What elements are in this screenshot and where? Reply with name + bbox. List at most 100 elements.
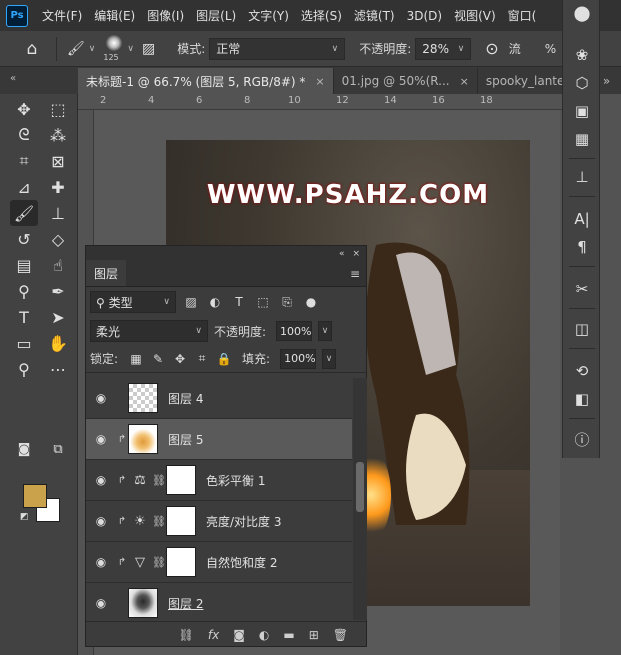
brush-settings-icon[interactable]: ▨	[142, 41, 155, 57]
chain-link-icon[interactable]: ⛓	[152, 515, 166, 528]
filter-kind-select[interactable]: ⚲ 类型 ∨	[90, 291, 176, 313]
gradient-tool-icon[interactable]: ▤	[10, 252, 38, 278]
close-icon[interactable]: ×	[315, 75, 324, 88]
chain-link-icon[interactable]: ⛓	[152, 474, 166, 487]
pressure-opacity-icon[interactable]: ⊙	[485, 39, 498, 58]
menu-edit[interactable]: 编辑(E)	[88, 7, 141, 24]
mode-select[interactable]: 正常 ∨	[209, 37, 346, 60]
layer-mask-thumbnail[interactable]	[166, 506, 196, 536]
menu-type[interactable]: 文字(Y)	[242, 7, 295, 24]
path-selection-tool-icon[interactable]: ➤	[44, 304, 72, 330]
blend-mode-select[interactable]: 柔光 ∨	[90, 320, 208, 342]
filter-toggle-icon[interactable]: ●	[302, 295, 320, 309]
screen-mode-icon[interactable]: ⧉	[44, 436, 72, 462]
filter-type-icon[interactable]: T	[230, 295, 248, 309]
foreground-color-swatch[interactable]	[23, 484, 47, 508]
more-tools-icon[interactable]: ⋯	[44, 356, 72, 382]
lasso-tool-icon[interactable]: ᘓ	[10, 122, 38, 148]
magic-wand-tool-icon[interactable]: ⁂	[44, 122, 72, 148]
link-icon[interactable]: ⛓	[179, 628, 194, 642]
tab-document-1[interactable]: 未标题-1 @ 66.7% (图层 5, RGB/8#) * ×	[78, 68, 334, 94]
dodge-tool-icon[interactable]: ⚲	[10, 278, 38, 304]
eye-icon[interactable]: ◉	[86, 514, 116, 528]
layer-opacity-input[interactable]: 100%	[276, 321, 313, 341]
lock-pixels-icon[interactable]: ✎	[150, 352, 166, 366]
brush-size-picker[interactable]: 125	[101, 33, 127, 65]
clone-stamp-tool-icon[interactable]: ⊥	[44, 200, 72, 226]
fx-icon[interactable]: fx	[208, 628, 219, 642]
menu-view[interactable]: 视图(V)	[448, 7, 502, 24]
chain-link-icon[interactable]: ⛓	[152, 556, 166, 569]
navigator-panel-icon[interactable]: ◫	[570, 318, 594, 340]
lock-position-icon[interactable]: ✥	[172, 352, 188, 366]
type-tool-icon[interactable]: T	[10, 304, 38, 330]
hand-tool-icon[interactable]: ✋	[44, 330, 72, 356]
chevron-down-icon[interactable]: ∨	[127, 44, 134, 54]
crop-tool-icon[interactable]: ⌗	[10, 148, 38, 174]
fill-input[interactable]: 100%	[280, 348, 317, 369]
filter-smart-object-icon[interactable]: ⎘	[278, 295, 296, 310]
layer-row[interactable]: ◉ 图层 2	[86, 583, 352, 620]
menu-file[interactable]: 文件(F)	[36, 7, 88, 24]
tool-presets-icon[interactable]: ✂	[570, 278, 594, 300]
history-panel-icon[interactable]: ⟲	[570, 360, 594, 382]
paragraph-panel-icon[interactable]: ¶	[570, 236, 594, 258]
pen-tool-icon[interactable]: ✒	[44, 278, 72, 304]
gradient-panel-icon[interactable]: ◧	[570, 388, 594, 410]
menu-window[interactable]: 窗口(	[502, 7, 543, 24]
new-layer-icon[interactable]: ⊞	[309, 628, 319, 642]
layers-scrollbar[interactable]	[353, 378, 367, 620]
eye-icon[interactable]: ◉	[86, 596, 116, 610]
menu-layer[interactable]: 图层(L)	[190, 7, 242, 24]
eye-icon[interactable]: ◉	[86, 432, 116, 446]
home-icon[interactable]: ⌂	[18, 35, 46, 63]
frame-tool-icon[interactable]: ⊠	[44, 148, 72, 174]
zoom-tool-icon[interactable]: ⚲	[10, 356, 38, 382]
layer-row[interactable]: ◉ ↱ ⚖ ⛓ 色彩平衡 1	[86, 460, 352, 501]
eye-icon[interactable]: ◉	[86, 555, 116, 569]
info-panel-icon[interactable]: ⓘ	[570, 428, 594, 450]
default-colors-icon[interactable]: ◩	[20, 512, 29, 522]
eraser-tool-icon[interactable]: ◇	[44, 226, 72, 252]
filter-adjustment-icon[interactable]: ◐	[206, 295, 224, 309]
close-icon[interactable]: ×	[352, 249, 360, 259]
libraries-panel-icon[interactable]: ▣	[570, 100, 594, 122]
rectangle-tool-icon[interactable]: ▭	[10, 330, 38, 356]
panel-menu-icon[interactable]: ≡	[350, 267, 360, 281]
healing-brush-tool-icon[interactable]: ✚	[44, 174, 72, 200]
tab-layers[interactable]: 图层	[86, 260, 127, 286]
mask-icon[interactable]: ◙	[233, 628, 245, 642]
close-icon[interactable]: ×	[460, 75, 469, 88]
layer-row[interactable]: ◉ ↱ ▽ ⛓ 自然饱和度 2	[86, 542, 352, 583]
stamp-panel-icon[interactable]: ⊥	[570, 166, 594, 188]
adjustment-icon[interactable]: ◐	[259, 628, 269, 642]
menu-filter[interactable]: 滤镜(T)	[348, 7, 401, 24]
layer-row[interactable]: ◉ ↱ 图层 5	[86, 419, 352, 460]
smudge-tool-icon[interactable]: ☝	[44, 252, 72, 278]
layer-row[interactable]: ◉ 图层 4	[86, 378, 352, 419]
filter-pixel-icon[interactable]: ▨	[182, 295, 200, 309]
layer-mask-thumbnail[interactable]	[166, 547, 196, 577]
eye-icon[interactable]: ◉	[86, 391, 116, 405]
eye-icon[interactable]: ◉	[86, 473, 116, 487]
menu-3d[interactable]: 3D(D)	[401, 9, 448, 23]
chevron-down-icon[interactable]: ∨	[322, 348, 337, 369]
opacity-input[interactable]: 28% ∨	[415, 37, 472, 60]
lock-all-icon[interactable]: 🔒	[216, 352, 232, 366]
chevron-down-icon[interactable]: ∨	[318, 321, 333, 341]
layer-mask-thumbnail[interactable]	[166, 465, 196, 495]
grid-panel-icon[interactable]: ▦	[570, 128, 594, 150]
brush-tool-preset-icon[interactable]: 🖌 ∨	[67, 41, 95, 57]
character-panel-icon[interactable]: A|	[570, 208, 594, 230]
lock-artboard-icon[interactable]: ⌗	[194, 351, 210, 366]
menu-select[interactable]: 选择(S)	[295, 7, 348, 24]
scrollbar-thumb[interactable]	[356, 462, 364, 512]
3d-panel-icon[interactable]: ⬡	[570, 72, 594, 94]
tab-document-3[interactable]: spooky_lantern_2_by	[478, 68, 563, 94]
brush-tool-icon[interactable]: 🖌	[10, 200, 38, 226]
menu-image[interactable]: 图像(I)	[141, 7, 190, 24]
marquee-tool-icon[interactable]: ⬚	[44, 96, 72, 122]
color-panel-icon[interactable]: ⬤	[570, 2, 594, 24]
swatches-panel-icon[interactable]: ❀	[570, 44, 594, 66]
trash-icon[interactable]: 🗑	[333, 628, 348, 642]
